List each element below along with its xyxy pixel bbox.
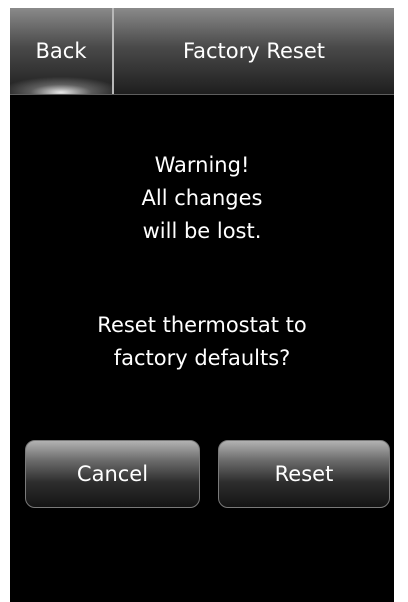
thermostat-screen: Back Factory Reset Warning! All changes … xyxy=(10,8,394,602)
cancel-button[interactable]: Cancel xyxy=(25,440,200,508)
warning-message: Warning! All changes will be lost. xyxy=(10,149,394,248)
cancel-button-label: Cancel xyxy=(76,462,149,486)
warning-line: All changes xyxy=(141,186,263,210)
reset-button[interactable]: Reset xyxy=(218,440,390,508)
warning-line: Warning! xyxy=(154,153,250,177)
header-bar: Back Factory Reset xyxy=(10,8,394,95)
back-button-label: Back xyxy=(35,39,87,63)
confirmation-question: Reset thermostat to factory defaults? xyxy=(10,309,394,375)
back-button[interactable]: Back xyxy=(10,8,114,94)
question-line: Reset thermostat to xyxy=(97,313,307,337)
warning-line: will be lost. xyxy=(142,219,262,243)
page-title: Factory Reset xyxy=(182,39,326,63)
question-line: factory defaults? xyxy=(113,346,291,370)
reset-button-label: Reset xyxy=(274,462,334,486)
